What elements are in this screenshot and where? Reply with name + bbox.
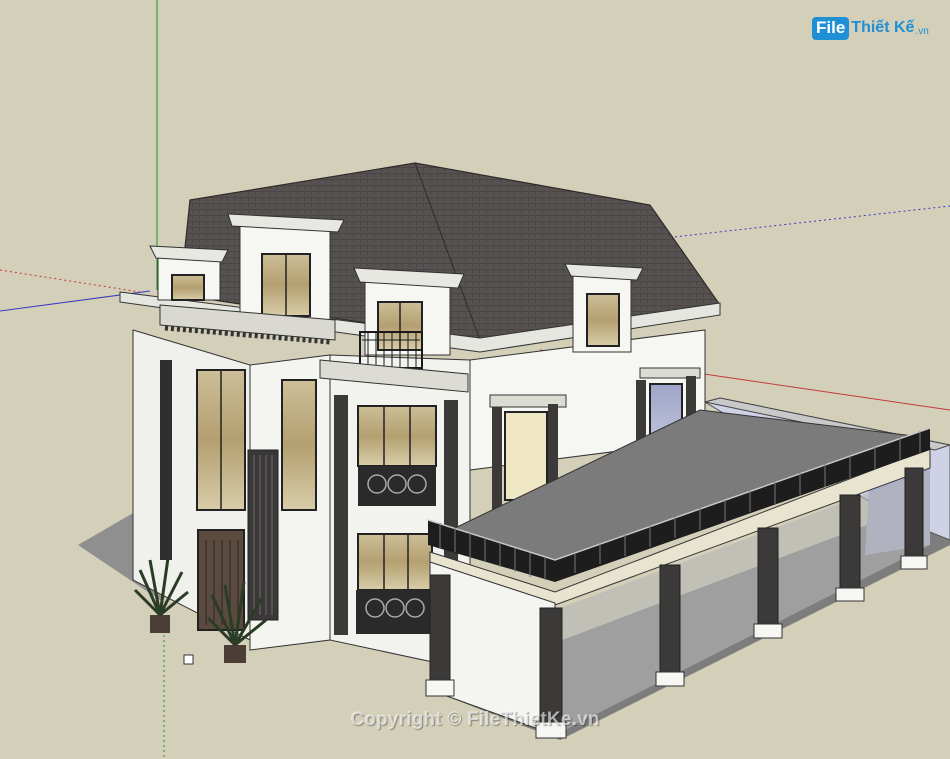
brand-logo[interactable]: File Thiết Kế .vn [812, 14, 929, 42]
model-scene [0, 0, 950, 759]
mid-window-upper [357, 405, 437, 506]
copyright-watermark: Copyright © FileThietKe.vn [350, 709, 600, 730]
left-column-strip [160, 360, 172, 560]
small-marker [183, 654, 194, 665]
dormer-right [564, 263, 644, 353]
tall-window-front [281, 379, 317, 511]
dormer-left [149, 245, 229, 301]
dormer-middle [353, 267, 465, 369]
mid-window-lower [356, 533, 433, 634]
sketchup-viewport[interactable]: File Thiết Kế .vn Copyright © FileThietK… [0, 0, 950, 759]
logo-file-badge: File [812, 16, 850, 40]
blue-axis-dotted [664, 205, 950, 239]
logo-domain: .vn [915, 25, 929, 37]
red-axis-dotted-left [0, 269, 141, 293]
logo-text: Thiết Kế [851, 19, 915, 36]
fluted-pilaster [247, 449, 279, 621]
dormer-center [227, 213, 345, 323]
mid-pilaster-left [334, 395, 348, 635]
